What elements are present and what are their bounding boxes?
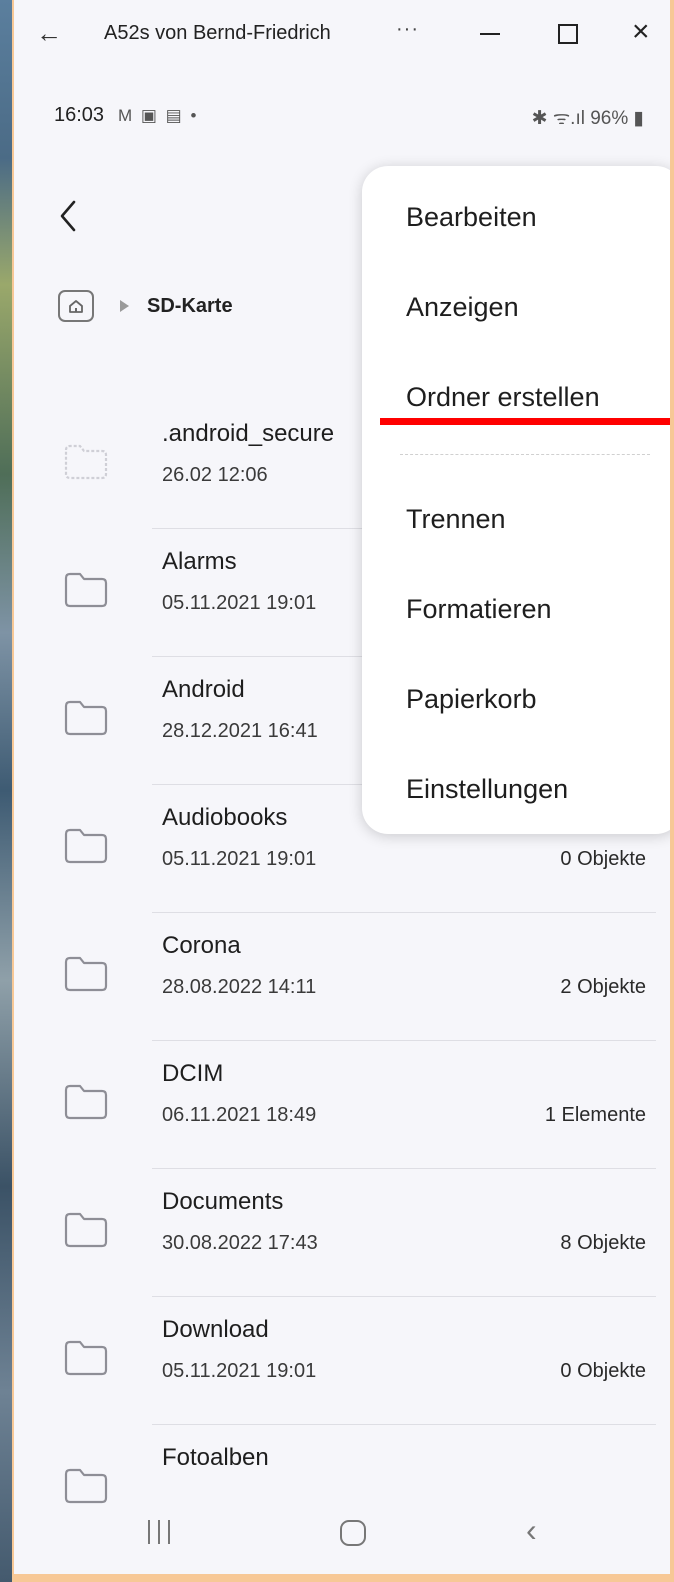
file-date: 28.12.2021 16:41 [162, 720, 318, 742]
menu-item-bearbeiten[interactable]: Bearbeiten [406, 202, 537, 233]
file-name: Alarms [162, 548, 237, 575]
folder-icon [62, 954, 110, 994]
phone-mirror-window: ← A52s von Bernd-Friedrich ··· × 16:03 M… [14, 0, 670, 1574]
window-more-icon[interactable]: ··· [396, 18, 419, 41]
window-back-arrow-icon[interactable]: ← [36, 18, 66, 48]
file-row[interactable]: Documents 30.08.2022 17:43 8 Objekte [14, 1168, 670, 1296]
window-title: A52s von Bernd-Friedrich [104, 22, 331, 44]
overflow-menu: Bearbeiten Anzeigen Ordner erstellen Tre… [362, 166, 670, 834]
breadcrumb-arrow-icon [120, 300, 129, 312]
folder-icon [62, 698, 110, 738]
file-name: .android_secure [162, 420, 335, 447]
file-date: 28.08.2022 14:11 [162, 976, 317, 998]
navigation-bar: ‹ [14, 1496, 670, 1574]
file-date: 05.11.2021 19:01 [162, 592, 317, 614]
folder-icon [62, 1210, 110, 1250]
row-divider [152, 1168, 656, 1169]
folder-icon [62, 1082, 110, 1122]
file-name: Android [162, 676, 245, 703]
file-date: 05.11.2021 19:01 [162, 848, 317, 870]
file-count: 0 Objekte [560, 848, 646, 870]
row-divider [152, 1296, 656, 1297]
file-count: 8 Objekte [560, 1232, 646, 1254]
file-name: Audiobooks [162, 804, 288, 831]
row-divider [152, 912, 656, 913]
file-name: Documents [162, 1188, 284, 1215]
status-notification-icons: M ▣ ▤ • [118, 106, 199, 125]
file-name: DCIM [162, 1060, 224, 1087]
row-divider [152, 1424, 656, 1425]
breadcrumb-current[interactable]: SD-Karte [147, 295, 233, 318]
menu-item-trennen[interactable]: Trennen [406, 504, 506, 535]
menu-divider [400, 454, 650, 455]
back-nav-icon[interactable]: ‹ [526, 1512, 537, 1549]
status-bar: 16:03 M ▣ ▤ • ✱ ᯤ.ıl 96% ▮ [14, 100, 670, 134]
desktop-background-strip [0, 0, 12, 1582]
status-time: 16:03 [54, 104, 105, 126]
window-maximize-icon[interactable] [558, 24, 578, 44]
breadcrumb: SD-Karte [58, 286, 233, 326]
folder-icon [62, 1338, 110, 1378]
folder-icon [62, 570, 110, 610]
row-divider [152, 1040, 656, 1041]
file-row[interactable]: Corona 28.08.2022 14:11 2 Objekte [14, 912, 670, 1040]
file-name: Download [162, 1316, 269, 1343]
menu-item-formatieren[interactable]: Formatieren [406, 594, 552, 625]
file-row[interactable]: DCIM 06.11.2021 18:49 1 Elemente [14, 1040, 670, 1168]
folder-dashed-icon [62, 442, 110, 482]
file-count: 2 Objekte [560, 976, 646, 998]
home-icon[interactable] [58, 290, 94, 322]
file-count: 1 Elemente [544, 1104, 646, 1126]
file-date: 05.11.2021 19:01 [162, 1360, 317, 1382]
file-date: 30.08.2022 17:43 [162, 1232, 318, 1254]
window-titlebar: ← A52s von Bernd-Friedrich ··· × [14, 0, 670, 68]
status-system-icons: ✱ ᯤ.ıl 96% ▮ [531, 108, 644, 129]
menu-item-papierkorb[interactable]: Papierkorb [406, 684, 537, 715]
back-chevron-icon[interactable] [54, 196, 84, 236]
file-name: Corona [162, 932, 241, 959]
menu-item-ordner-erstellen[interactable]: Ordner erstellen [406, 382, 600, 413]
home-nav-icon[interactable] [340, 1520, 366, 1546]
file-name: Fotoalben [162, 1444, 269, 1471]
file-row[interactable]: Download 05.11.2021 19:01 0 Objekte [14, 1296, 670, 1424]
file-count: 0 Objekte [560, 1360, 646, 1382]
menu-item-anzeigen[interactable]: Anzeigen [406, 292, 519, 323]
highlight-underline [380, 418, 670, 425]
recents-icon[interactable] [148, 1520, 170, 1546]
file-date: 26.02 12:06 [162, 464, 268, 486]
folder-icon [62, 826, 110, 866]
window-close-icon[interactable]: × [632, 14, 650, 50]
window-minimize-icon[interactable] [480, 33, 500, 35]
menu-item-einstellungen[interactable]: Einstellungen [406, 774, 568, 805]
file-date: 06.11.2021 18:49 [162, 1104, 317, 1126]
